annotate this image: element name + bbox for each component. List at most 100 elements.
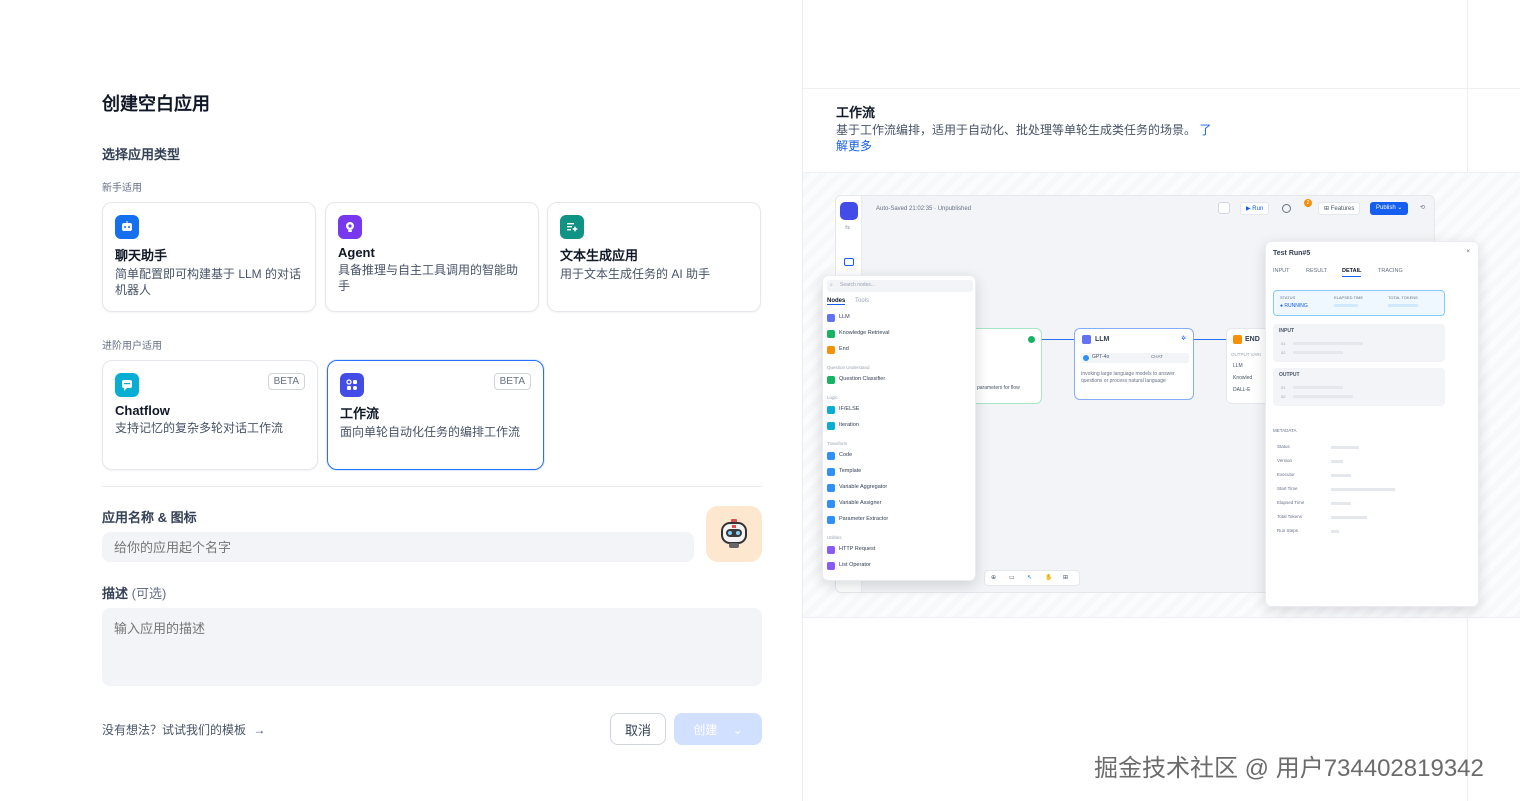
start-node-desc: parameters for flow <box>977 385 1020 391</box>
placeholder-bar <box>1293 386 1343 389</box>
status-value-text: RUNNING <box>1284 303 1308 309</box>
metadata-key: Executor <box>1277 472 1295 477</box>
node-type-icon <box>827 330 835 338</box>
placeholder-bar <box>1331 460 1343 463</box>
placeholder-bar <box>1293 395 1353 398</box>
node-item-label: Question Classifier <box>839 376 886 382</box>
history-icon[interactable] <box>1218 202 1230 214</box>
tab-result[interactable]: RESULT <box>1306 268 1327 274</box>
add-icon[interactable]: ⊕ <box>991 574 996 581</box>
app-description-input[interactable] <box>102 608 762 686</box>
canvas-controls: ⊕ ▭ ↖ ✋ ⊞ <box>984 570 1080 586</box>
metadata-key: Version <box>1277 458 1293 463</box>
desc-label-text: 描述 <box>102 586 129 601</box>
app-type-desc: 具备推理与自主工具调用的智能助手 <box>338 263 519 293</box>
checklist-icon[interactable] <box>1282 204 1291 213</box>
tokens-label: TOTAL TOKENS <box>1388 295 1418 300</box>
metadata-key: Elapsed Time <box>1277 500 1305 505</box>
node-type-icon <box>827 500 835 508</box>
tab-tracing[interactable]: TRACING <box>1378 268 1403 274</box>
edge <box>1042 339 1074 340</box>
metadata-key: Total Tokens <box>1277 514 1302 519</box>
end-var: DALL-E <box>1233 387 1251 393</box>
node-search-input[interactable]: ⌕ Search nodes... <box>827 280 973 292</box>
template-link[interactable]: 没有想法？试试我们的模板 → <box>102 721 265 738</box>
app-icon-picker[interactable] <box>706 506 762 562</box>
swap-icon: ⇆ <box>845 225 851 231</box>
status-card: STATUS ● RUNNING ELAPSED TIME TOTAL TOKE… <box>1273 290 1445 316</box>
app-type-card-chatbot[interactable]: 聊天助手 简单配置即可构建基于 LLM 的对话机器人 <box>102 202 316 312</box>
hand-icon[interactable]: ✋ <box>1045 574 1052 581</box>
llm-node: LLM ✲ GPT-4o CHAT Invoking large languag… <box>1074 328 1194 400</box>
llm-node-desc: Invoking large language models to answer… <box>1081 371 1175 384</box>
status-value: ● RUNNING <box>1280 303 1308 309</box>
publish-button[interactable]: Publish ⌄ <box>1370 202 1409 215</box>
node-item-label: LLM <box>839 314 850 320</box>
end-node-title: END <box>1245 336 1260 343</box>
node-type-icon <box>827 468 835 476</box>
publish-label: Publish <box>1376 205 1396 211</box>
history-clock-icon[interactable]: ⟲ <box>1420 204 1425 211</box>
app-type-name: 文本生成应用 <box>560 248 639 263</box>
test-run-title: Test Run#5 <box>1273 250 1311 257</box>
model-name: GPT-4o <box>1092 354 1110 360</box>
node-item-label: Variable Aggregator <box>839 484 888 490</box>
robot-avatar-icon <box>721 519 747 548</box>
node-type-icon <box>827 406 835 414</box>
metadata-key: Status <box>1277 444 1290 449</box>
node-group-title: Logic <box>827 395 838 400</box>
placeholder-bar <box>1293 342 1363 345</box>
app-type-card-text-generator[interactable]: 文本生成应用 用于文本生成任务的 AI 助手 <box>547 202 761 312</box>
beta-badge: BETA <box>267 373 305 390</box>
llm-icon <box>1082 335 1091 344</box>
check-icon <box>1028 336 1035 343</box>
node-panel: ⌕ Search nodes... Nodes Tools LLM Knowled… <box>822 275 976 581</box>
optional-hint: (可选) <box>131 586 167 601</box>
features-button[interactable]: ⊞ Features <box>1318 202 1361 215</box>
row-num: 01 <box>1281 341 1286 346</box>
chevron-down-icon: ⌄ <box>1397 205 1403 211</box>
select-type-label: 选择应用类型 <box>102 147 181 162</box>
monitor-icon <box>844 258 854 266</box>
app-type-card-chatflow[interactable]: BETA Chatflow 支持记忆的复杂多轮对话工作流 <box>102 360 318 470</box>
row-num: 01 <box>1281 385 1286 390</box>
output-vars-label: OUTPUT VARI <box>1231 352 1261 357</box>
search-icon: ⌕ <box>830 282 833 288</box>
search-placeholder: Search nodes... <box>840 282 876 288</box>
dialog-title: 创建空白应用 <box>102 94 210 114</box>
placeholder-bar <box>1331 474 1351 477</box>
row-num: 02 <box>1281 394 1286 399</box>
preview-description: 基于工作流编排，适用于自动化、批处理等单轮生成类任务的场景。 了解更多 <box>836 122 1220 154</box>
desc-label: 描述 (可选) <box>102 583 166 602</box>
app-name-input[interactable] <box>102 532 694 562</box>
app-type-desc: 用于文本生成任务的 AI 助手 <box>560 267 711 281</box>
arrow-right-icon: → <box>253 723 266 737</box>
node-type-icon <box>827 546 835 554</box>
pointer-icon[interactable]: ↖ <box>1027 574 1032 581</box>
metadata-key: Run Steps <box>1277 528 1299 533</box>
text-generate-icon <box>560 215 584 239</box>
node-type-icon <box>827 484 835 492</box>
create-app-panel: 创建空白应用 选择应用类型 新手适用 聊天助手 简单配置即可构建基于 LLM 的… <box>0 0 802 801</box>
create-button[interactable]: 创建 ⌄ <box>674 713 762 745</box>
tab-nodes[interactable]: Nodes <box>827 298 846 305</box>
placeholder-bar <box>1331 530 1339 533</box>
llm-node-title: LLM <box>1095 336 1110 343</box>
template-link-text: 没有想法？试试我们的模板 <box>102 723 247 737</box>
create-button-label: 创建 <box>693 722 718 737</box>
placeholder-bar <box>1331 488 1395 491</box>
node-group-title: Utilities <box>827 535 842 540</box>
cancel-button[interactable]: 取消 <box>610 713 666 745</box>
tab-detail[interactable]: DETAIL <box>1342 268 1362 277</box>
placeholder-bar <box>1293 351 1343 354</box>
tab-input[interactable]: INPUT <box>1273 268 1290 274</box>
run-button[interactable]: ▶ Run <box>1240 202 1270 215</box>
elapsed-label: ELAPSED TIME <box>1334 295 1364 300</box>
app-type-card-workflow[interactable]: BETA 工作流 面向单轮自动化任务的编排工作流 <box>327 360 544 470</box>
app-type-card-agent[interactable]: Agent 具备推理与自主工具调用的智能助手 <box>325 202 539 312</box>
tab-tools[interactable]: Tools <box>855 298 869 304</box>
note-icon[interactable]: ▭ <box>1009 574 1015 581</box>
notification-badge: 2 <box>1304 199 1312 207</box>
layout-icon[interactable]: ⊞ <box>1063 574 1068 581</box>
close-icon[interactable]: × <box>1466 249 1470 255</box>
